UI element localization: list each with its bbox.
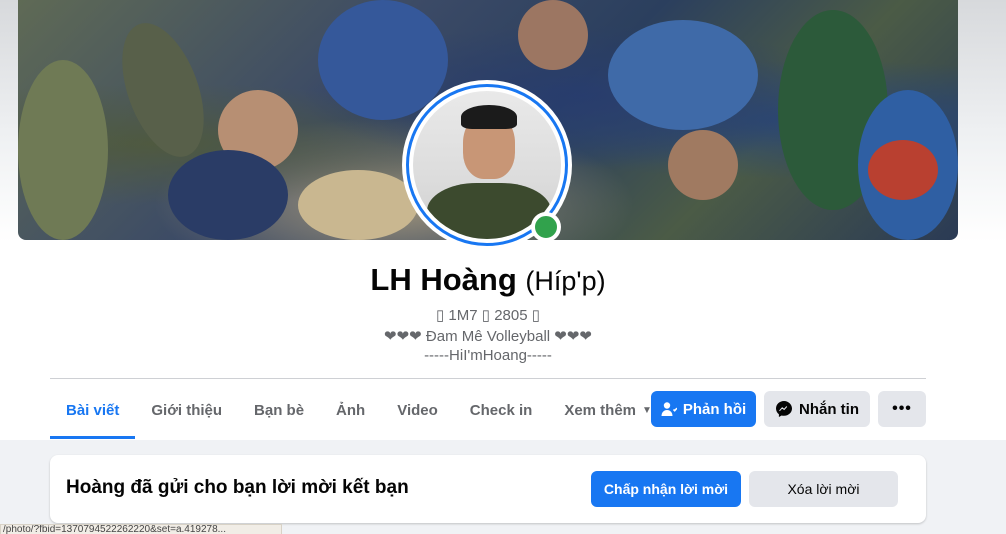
add-friend-icon xyxy=(661,401,677,417)
delete-request-label: Xóa lời mời xyxy=(787,481,860,497)
tab-photos-label: Ảnh xyxy=(336,401,366,419)
friend-request-card: Hoàng đã gửi cho bạn lời mời kết bạn Chấ… xyxy=(50,455,926,523)
message-button-label: Nhắn tin xyxy=(799,400,859,418)
accept-request-label: Chấp nhận lời mời xyxy=(603,481,729,497)
messenger-icon xyxy=(775,400,793,418)
tab-friends[interactable]: Bạn bè xyxy=(238,381,320,439)
tab-videos[interactable]: Video xyxy=(381,381,454,439)
reply-friend-request-button[interactable]: Phản hồi xyxy=(651,391,756,427)
tab-check-ins-label: Check in xyxy=(469,401,533,419)
friend-request-text: Hoàng đã gửi cho bạn lời mời kết bạn xyxy=(66,477,409,498)
delete-request-button[interactable]: Xóa lời mời xyxy=(749,471,898,507)
tab-about-label: Giới thiệu xyxy=(151,401,223,419)
tab-more-label: Xem thêm xyxy=(564,401,637,419)
tab-about[interactable]: Giới thiệu xyxy=(135,381,238,439)
tab-more[interactable]: Xem thêm ▼ xyxy=(548,381,668,439)
profile-tabs: Bài viết Giới thiệu Bạn bè Ảnh Video Che… xyxy=(50,381,668,439)
online-status-icon xyxy=(531,212,561,242)
more-dots-icon: ••• xyxy=(892,400,912,417)
reply-button-label: Phản hồi xyxy=(682,400,747,418)
message-button[interactable]: Nhắn tin xyxy=(764,391,870,427)
accept-request-button[interactable]: Chấp nhận lời mời xyxy=(591,471,741,507)
tab-videos-label: Video xyxy=(397,401,438,419)
profile-alt-name: (Híp'p) xyxy=(525,266,606,296)
more-options-button[interactable]: ••• xyxy=(878,391,926,427)
tab-posts-label: Bài viết xyxy=(66,401,120,419)
bio-line-2: ❤❤❤ Đam Mê Volleyball ❤❤❤ xyxy=(384,328,592,345)
bio-line-3: -----HiI'mHoang----- xyxy=(424,347,552,364)
status-bar-url: /photo/?fbid=1370794522262220&set=a.4192… xyxy=(0,524,282,534)
tab-posts[interactable]: Bài viết xyxy=(50,381,136,439)
tab-friends-label: Bạn bè xyxy=(254,401,305,419)
tab-photos[interactable]: Ảnh xyxy=(320,381,381,439)
tab-check-ins[interactable]: Check in xyxy=(454,381,549,439)
profile-name: LH Hoàng (Híp'p) xyxy=(0,262,976,298)
header-divider xyxy=(50,378,926,379)
profile-name-text: LH Hoàng xyxy=(370,262,517,297)
bio-line-1: ▯ 1M7 ▯ 2805 ▯ xyxy=(436,307,540,324)
